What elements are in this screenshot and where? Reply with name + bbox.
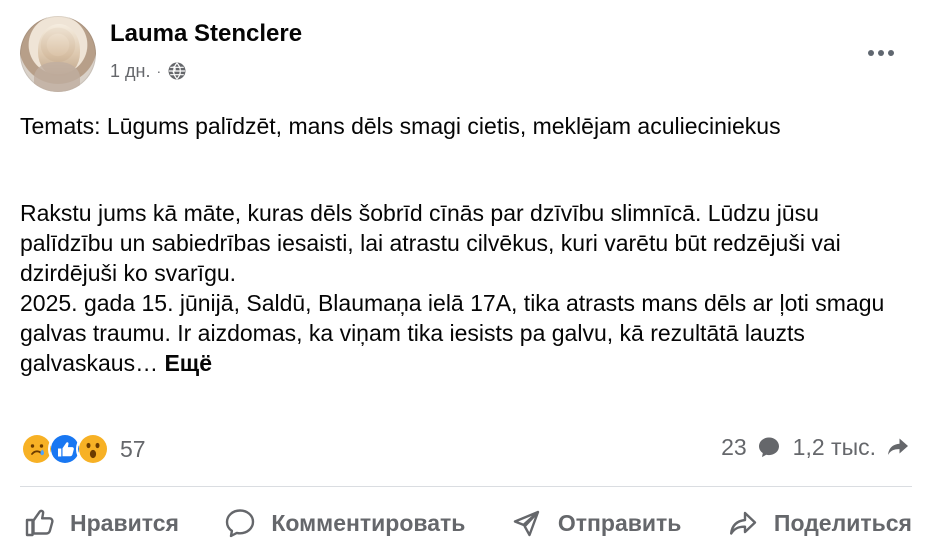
comments-stat[interactable]: 23 (721, 433, 783, 461)
like-icon (25, 509, 54, 537)
post-title-text: Temats: Lūgums palīdzēt, mans dēls smagi… (20, 113, 781, 139)
shares-count: 1,2 тыс. (792, 434, 876, 460)
more-options-button[interactable] (864, 36, 898, 70)
comment-button[interactable]: Комментировать (221, 495, 465, 551)
post-body-line-2-text: 2025. gada 15. jūnijā, Saldū, Blaumaņa i… (20, 290, 885, 376)
see-more-link[interactable]: Ещё (164, 350, 212, 376)
like-label: Нравится (70, 509, 179, 536)
share-label: Поделиться (773, 509, 912, 536)
actions-divider (20, 486, 912, 487)
comment-bubble-icon (758, 437, 779, 458)
send-icon (513, 510, 540, 537)
post-body-line-2: 2025. gada 15. jūnijā, Saldū, Blaumaņa i… (20, 288, 912, 378)
reaction-summary[interactable]: 57 (20, 432, 146, 466)
share-icon (729, 511, 757, 535)
meta-separator: · (156, 63, 162, 79)
post-actions: Нравится Комментировать Отправить Подели… (20, 494, 912, 552)
wow-reaction-icon (76, 432, 110, 466)
engagement-stats: 23 1,2 тыс. (721, 433, 912, 461)
comment-icon (226, 509, 255, 538)
comment-label: Комментировать (271, 509, 466, 536)
globe-icon (167, 61, 187, 81)
more-dot-1 (868, 50, 874, 56)
more-dot-3 (888, 50, 894, 56)
like-button[interactable]: Нравится (20, 495, 179, 551)
reaction-count[interactable]: 57 (120, 435, 146, 463)
send-label: Отправить (557, 509, 682, 536)
share-button[interactable]: Поделиться (724, 495, 912, 551)
post-stats: 57 23 1,2 тыс. (20, 432, 912, 468)
send-button[interactable]: Отправить (508, 495, 682, 551)
share-arrow-icon (888, 438, 908, 455)
post-meta: 1 дн. · (110, 60, 187, 82)
post-body: Rakstu jums kā māte, kuras dēls šobrīd c… (20, 198, 912, 378)
post-header: Lauma Stenclere 1 дн. · (18, 14, 910, 94)
comments-count: 23 (721, 434, 747, 460)
avatar[interactable] (20, 16, 96, 92)
shares-stat[interactable]: 1,2 тыс. (793, 433, 912, 461)
author-name[interactable]: Lauma Stenclere (110, 20, 302, 48)
more-dot-2 (878, 50, 884, 56)
post-title: Temats: Lūgums palīdzēt, mans dēls smagi… (20, 111, 912, 141)
post-body-line-1: Rakstu jums kā māte, kuras dēls šobrīd c… (20, 200, 841, 286)
post-time[interactable]: 1 дн. (110, 60, 150, 82)
